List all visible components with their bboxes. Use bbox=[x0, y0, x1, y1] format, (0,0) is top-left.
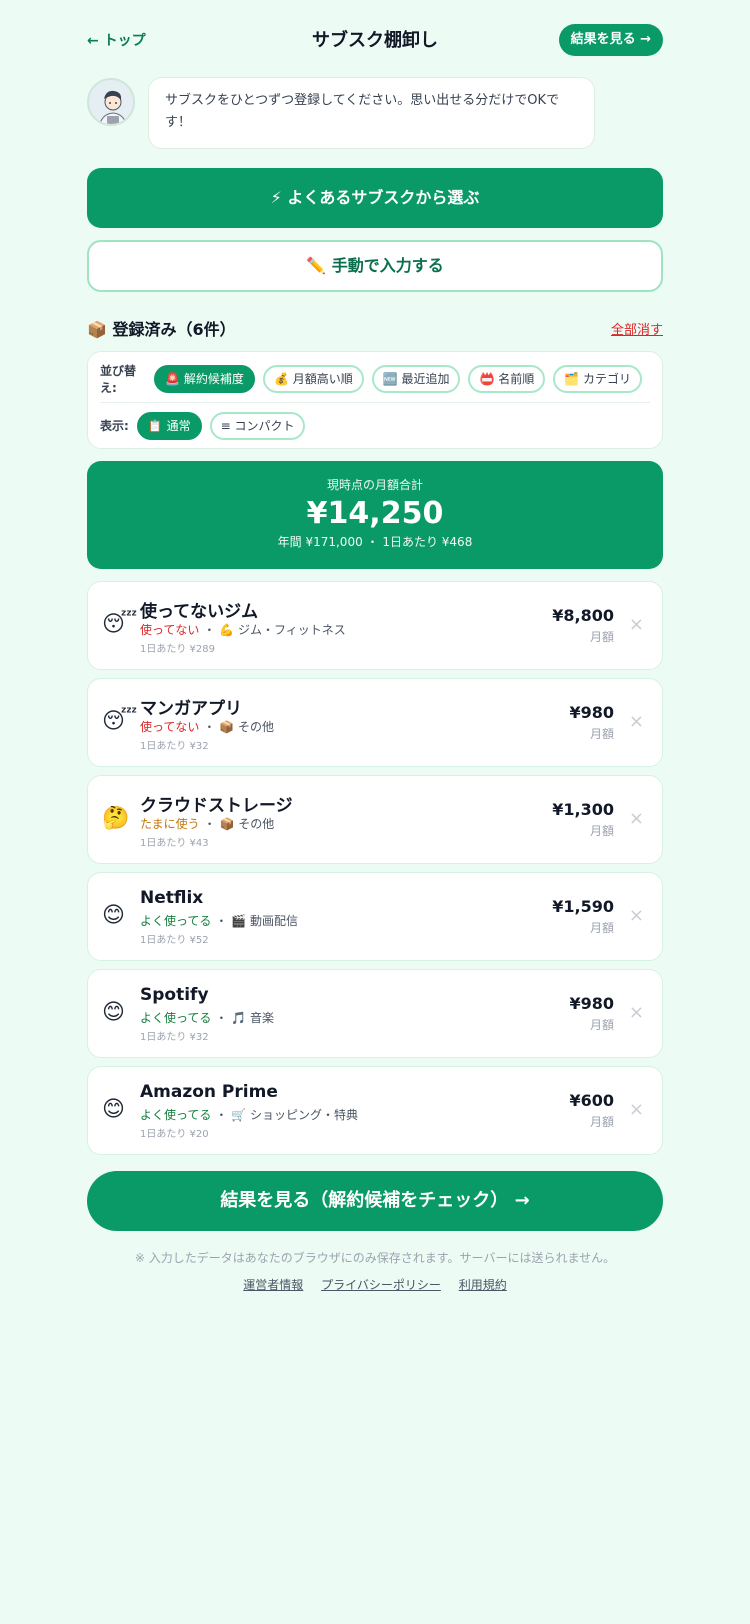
item-category: ・ 🎵 音楽 bbox=[215, 1011, 274, 1025]
total-subtext: 年間 ¥171,000 ・ 1日あたり ¥468 bbox=[277, 535, 473, 549]
thinking-face-icon: 🤔 bbox=[102, 806, 130, 831]
check-results-button[interactable]: 結果を見る（解約候補をチェック） → bbox=[87, 1171, 663, 1231]
list-item[interactable]: 🤔 クラウドストレージ たまに使う・ 📦 その他 1日あたり ¥43 ¥1,30… bbox=[87, 775, 663, 864]
sort-row: 並び替え: 🚨 解約候補度 💰 月額高い順 🆕 最近追加 📛 名前順 🗂️ カテ… bbox=[100, 362, 650, 396]
avatar bbox=[87, 78, 135, 126]
list-item[interactable]: 😊 Netflix よく使ってる・ 🎬 動画配信 1日あたり ¥52 ¥1,59… bbox=[87, 872, 663, 961]
manual-input-button[interactable]: ✏️ 手動で入力する bbox=[87, 240, 663, 292]
item-name: マンガアプリ bbox=[140, 699, 242, 719]
item-name: Netflix bbox=[140, 888, 204, 908]
item-name: 使ってないジム bbox=[140, 602, 259, 622]
usage-status: よく使ってる bbox=[140, 914, 212, 928]
item-meta: 使ってない・ 📦 その他 bbox=[140, 718, 274, 735]
app-container: ← トップ サブスク棚卸し 結果を見る → サブスクをひとつずつ登録してください… bbox=[87, 0, 663, 1293]
sort-view-panel: 並び替え: 🚨 解約候補度 💰 月額高い順 🆕 最近追加 📛 名前順 🗂️ カテ… bbox=[87, 351, 663, 449]
item-unit: 月額 bbox=[589, 824, 614, 838]
item-unit: 月額 bbox=[589, 727, 614, 741]
item-name: Amazon Prime bbox=[140, 1082, 278, 1102]
item-meta: よく使ってる・ 🛒 ショッピング・特典 bbox=[140, 1106, 358, 1123]
close-icon[interactable]: × bbox=[629, 808, 644, 829]
usage-status: たまに使う bbox=[140, 817, 200, 831]
sort-chip[interactable]: 🗂️ カテゴリ bbox=[553, 365, 642, 393]
item-unit: 月額 bbox=[589, 1115, 614, 1129]
subscription-list: 😴 使ってないジム 使ってない・ 💪 ジム・フィットネス 1日あたり ¥289 … bbox=[87, 581, 663, 1155]
item-unit: 月額 bbox=[589, 921, 614, 935]
total-label: 現時点の月額合計 bbox=[326, 478, 423, 492]
sort-chip[interactable]: 🚨 解約候補度 bbox=[154, 365, 255, 393]
item-meta: よく使ってる・ 🎬 動画配信 bbox=[140, 912, 298, 929]
close-icon[interactable]: × bbox=[629, 1002, 644, 1023]
close-icon[interactable]: × bbox=[629, 614, 644, 635]
registered-title: 📦 登録済み（6件） bbox=[87, 320, 236, 339]
view-chip[interactable]: ≡ コンパクト bbox=[209, 411, 306, 440]
item-name: クラウドストレージ bbox=[140, 796, 293, 816]
clear-all-link[interactable]: 全部消す bbox=[611, 319, 663, 338]
close-icon[interactable]: × bbox=[629, 711, 644, 732]
close-icon[interactable]: × bbox=[629, 905, 644, 926]
usage-status: 使ってない bbox=[140, 720, 200, 734]
item-category: ・ 🛒 ショッピング・特典 bbox=[215, 1108, 358, 1122]
item-daily-cost: 1日あたり ¥32 bbox=[140, 741, 209, 752]
item-meta: たまに使う・ 📦 その他 bbox=[140, 815, 274, 832]
item-daily-cost: 1日あたり ¥52 bbox=[140, 935, 209, 946]
close-icon[interactable]: × bbox=[629, 1099, 644, 1120]
view-chip[interactable]: 📋 通常 bbox=[136, 411, 202, 440]
operator-info-link[interactable]: 運営者情報 bbox=[243, 1278, 303, 1292]
item-daily-cost: 1日あたり ¥289 bbox=[140, 644, 215, 655]
assistant-intro: サブスクをひとつずつ登録してください。思い出せる分だけでOKです！ bbox=[87, 77, 663, 168]
item-daily-cost: 1日あたり ¥20 bbox=[140, 1129, 209, 1140]
item-unit: 月額 bbox=[589, 1018, 614, 1032]
sort-chip[interactable]: 🆕 最近追加 bbox=[371, 365, 461, 393]
terms-link[interactable]: 利用規約 bbox=[459, 1278, 507, 1292]
sleeping-face-icon: 😴 bbox=[102, 612, 138, 637]
back-to-top-link[interactable]: ← トップ bbox=[87, 30, 146, 50]
item-price: ¥980 bbox=[569, 703, 614, 722]
list-item[interactable]: 😊 Spotify よく使ってる・ 🎵 音楽 1日あたり ¥32 ¥980 月額… bbox=[87, 969, 663, 1058]
registered-header: 📦 登録済み（6件） 全部消す bbox=[87, 303, 663, 351]
item-unit: 月額 bbox=[589, 630, 614, 644]
view-results-button[interactable]: 結果を見る → bbox=[558, 24, 663, 56]
list-item[interactable]: 😊 Amazon Prime よく使ってる・ 🛒 ショッピング・特典 1日あたり… bbox=[87, 1066, 663, 1155]
item-price: ¥600 bbox=[569, 1091, 614, 1110]
total-amount: ¥14,250 bbox=[306, 496, 444, 531]
view-label: 表示: bbox=[100, 419, 129, 433]
intro-message: サブスクをひとつずつ登録してください。思い出せる分だけでOKです！ bbox=[148, 77, 595, 149]
list-item[interactable]: 😴 使ってないジム 使ってない・ 💪 ジム・フィットネス 1日あたり ¥289 … bbox=[87, 581, 663, 670]
sort-chip[interactable]: 💰 月額高い順 bbox=[262, 365, 364, 393]
item-price: ¥1,300 bbox=[552, 800, 614, 819]
item-price: ¥8,800 bbox=[552, 606, 614, 625]
sort-chip[interactable]: 📛 名前順 bbox=[468, 365, 546, 393]
footer-links: 運営者情報 プライバシーポリシー 利用規約 bbox=[87, 1276, 663, 1293]
privacy-note: ※ 入力したデータはあなたのブラウザにのみ保存されます。サーバーには送られません… bbox=[134, 1251, 616, 1265]
usage-status: よく使ってる bbox=[140, 1108, 212, 1122]
item-price: ¥980 bbox=[569, 994, 614, 1013]
view-row: 表示: 📋 通常 ≡ コンパクト bbox=[100, 402, 650, 442]
item-price: ¥1,590 bbox=[552, 897, 614, 916]
item-category: ・ 🎬 動画配信 bbox=[215, 914, 298, 928]
item-daily-cost: 1日あたり ¥32 bbox=[140, 1032, 209, 1043]
smiling-face-icon: 😊 bbox=[102, 903, 125, 928]
sort-label: 並び替え: bbox=[100, 364, 137, 395]
list-item[interactable]: 😴 マンガアプリ 使ってない・ 📦 その他 1日あたり ¥32 ¥980 月額 … bbox=[87, 678, 663, 767]
item-category: ・ 💪 ジム・フィットネス bbox=[203, 623, 346, 637]
item-category: ・ 📦 その他 bbox=[203, 817, 275, 831]
pick-popular-button[interactable]: ⚡ よくあるサブスクから選ぶ bbox=[87, 168, 663, 228]
privacy-policy-link[interactable]: プライバシーポリシー bbox=[321, 1278, 441, 1292]
item-meta: 使ってない・ 💪 ジム・フィットネス bbox=[140, 621, 346, 638]
usage-status: 使ってない bbox=[140, 623, 200, 637]
sleeping-face-icon: 😴 bbox=[102, 709, 138, 734]
smiling-face-icon: 😊 bbox=[102, 1097, 125, 1122]
item-daily-cost: 1日あたり ¥43 bbox=[140, 838, 209, 849]
monthly-total-card: 現時点の月額合計 ¥14,250 年間 ¥171,000 ・ 1日あたり ¥46… bbox=[87, 461, 663, 569]
person-illustration-icon bbox=[89, 80, 133, 124]
item-name: Spotify bbox=[140, 985, 209, 1005]
item-meta: よく使ってる・ 🎵 音楽 bbox=[140, 1009, 274, 1026]
smiling-face-icon: 😊 bbox=[102, 1000, 125, 1025]
app-header: ← トップ サブスク棚卸し 結果を見る → bbox=[87, 0, 663, 80]
usage-status: よく使ってる bbox=[140, 1011, 212, 1025]
item-category: ・ 📦 その他 bbox=[203, 720, 274, 734]
